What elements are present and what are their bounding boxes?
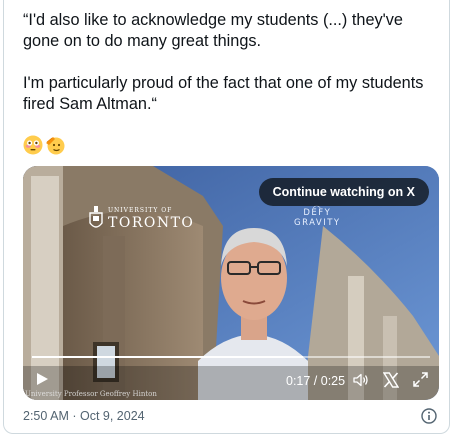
tweet-timestamp[interactable]: 2:50 AM · Oct 9, 2024: [23, 409, 145, 423]
continue-watching-button[interactable]: Continue watching on X: [258, 178, 429, 206]
defy-line1: DEFY: [303, 208, 332, 218]
play-icon[interactable]: [35, 372, 49, 386]
flushed-face-icon: [23, 135, 43, 155]
university-logo: UNIVERSITY OF TORONTO: [89, 206, 194, 232]
logo-small-text: UNIVERSITY OF: [108, 207, 173, 214]
video-caption: University Professor Geoffrey Hinton: [25, 390, 157, 398]
x-logo-icon[interactable]: [383, 372, 399, 388]
emoji-row: [23, 135, 65, 155]
progress-bar[interactable]: [32, 356, 430, 358]
logo-big-text: TORONTO: [108, 215, 195, 231]
volume-icon[interactable]: [353, 373, 369, 387]
crest-icon: [89, 206, 103, 228]
time-display: 0:17 / 0:25: [286, 374, 346, 388]
saluting-face-icon: [45, 135, 65, 155]
video-player[interactable]: UNIVERSITY OF TORONTO ︿ DEFY GRAVITY Con…: [23, 166, 439, 400]
tweet-card: “I'd also like to acknowledge my student…: [3, 0, 450, 434]
tweet-text: “I'd also like to acknowledge my student…: [23, 11, 424, 113]
progress-fill: [32, 356, 303, 358]
expand-icon[interactable]: [413, 372, 428, 387]
defy-line2: GRAVITY: [294, 218, 341, 228]
info-icon[interactable]: [421, 408, 437, 424]
